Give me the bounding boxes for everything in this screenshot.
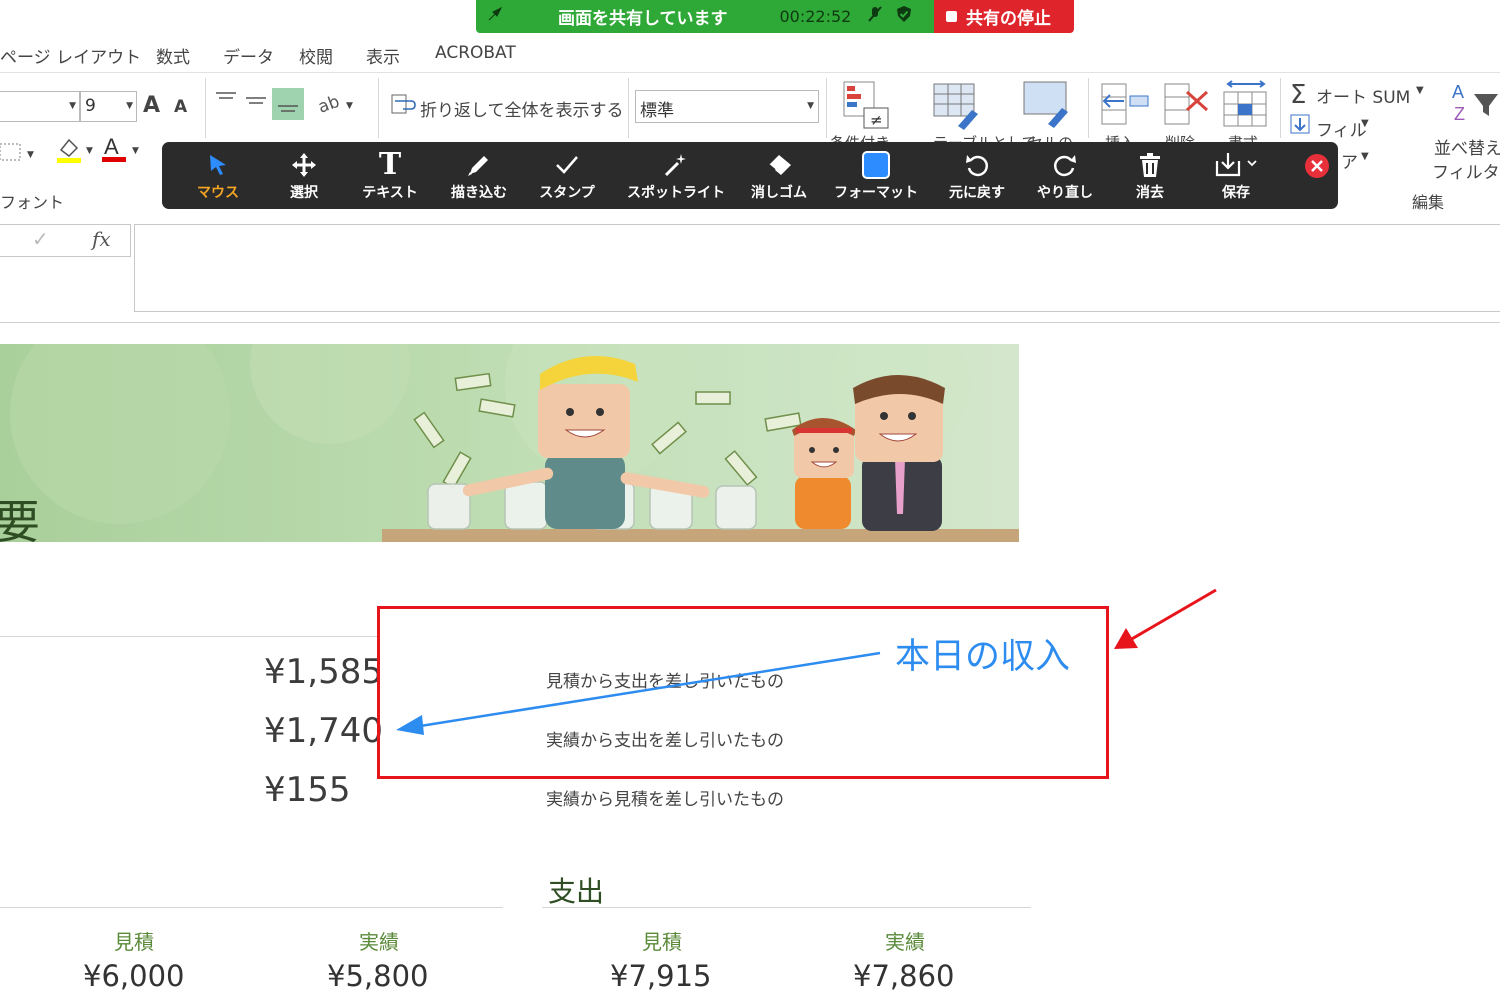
expenses-divider-right <box>542 907 1031 908</box>
expense-left-actual-label: 実績 <box>359 930 399 954</box>
expense-right-estimate-value: ¥7,915 <box>610 959 712 993</box>
annotation-arrows <box>396 588 1217 735</box>
expense-left-estimate-label: 見積 <box>114 930 154 954</box>
expenses-title: 支出 <box>548 875 605 908</box>
annotation-text: 本日の収入 <box>895 637 1071 677</box>
annotation-arrow-red <box>1114 588 1217 649</box>
expenses-divider-left <box>0 907 503 908</box>
expense-right-actual-label: 実績 <box>885 930 925 954</box>
expense-left-actual-value: ¥5,800 <box>327 959 429 993</box>
expense-right-estimate-label: 見積 <box>642 930 682 954</box>
expense-left-estimate-value: ¥6,000 <box>83 959 185 993</box>
annotation-arrow-blue <box>396 651 881 735</box>
expense-right-actual-value: ¥7,860 <box>853 959 955 993</box>
